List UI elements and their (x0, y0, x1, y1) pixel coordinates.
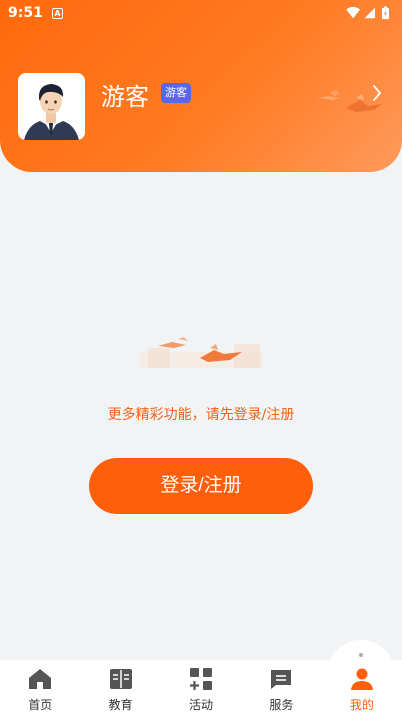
wifi-icon (346, 6, 361, 19)
status-bar: 9:51 A (0, 0, 402, 28)
notification-a-icon: A (52, 8, 63, 19)
signal-icon (364, 7, 375, 19)
grid-icon (190, 668, 213, 690)
tabbar-bump-dot (359, 653, 363, 657)
username[interactable]: 游客 (101, 77, 149, 112)
bottom-tabbar: 首页 教育 活动 服务 我的 (0, 660, 402, 716)
tab-home[interactable]: 首页 (0, 660, 80, 716)
tab-activity[interactable]: 活动 (161, 660, 241, 716)
tab-label: 首页 (28, 698, 53, 712)
tab-label: 我的 (349, 698, 374, 712)
tab-label: 活动 (189, 698, 214, 712)
tab-label: 服务 (269, 698, 294, 712)
home-icon (29, 669, 52, 689)
tab-label: 教育 (108, 698, 133, 712)
tab-mine[interactable]: 我的 (322, 660, 402, 716)
tab-service[interactable]: 服务 (241, 660, 321, 716)
chat-icon (271, 670, 292, 689)
chevron-right-icon[interactable] (372, 84, 382, 102)
guest-badge: 游客 (161, 83, 191, 103)
login-prompt: 更多精彩功能，请先登录/注册 (107, 407, 295, 423)
tab-education[interactable]: 教育 (80, 660, 160, 716)
person-icon (350, 668, 373, 690)
book-icon (109, 669, 132, 689)
avatar-portrait-icon (18, 73, 85, 140)
profile-header: 9:51 A 游客 游客 (0, 0, 402, 172)
login-register-button[interactable]: 登录/注册 (89, 458, 313, 514)
status-time: 9:51 (8, 5, 43, 21)
avatar[interactable] (18, 73, 85, 140)
status-icons (346, 6, 389, 20)
empty-state-illustration (140, 337, 262, 368)
